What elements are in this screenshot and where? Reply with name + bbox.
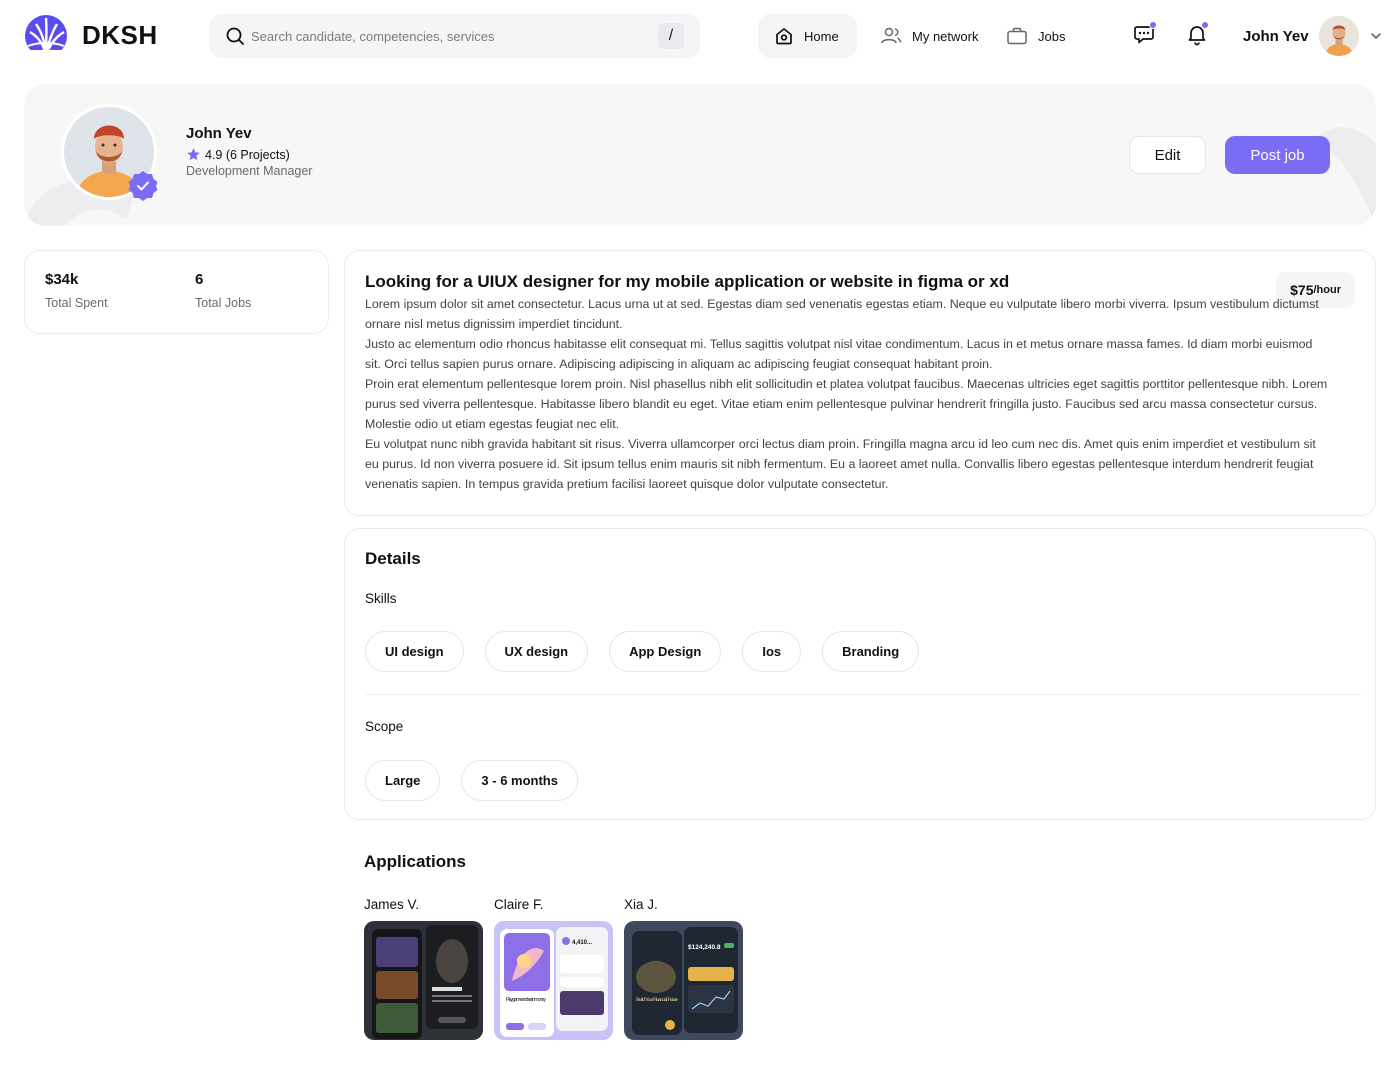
movie-app-preview-image [364,921,483,1040]
game-thumb-value: 4,410... [572,940,592,946]
application-item[interactable]: James V. [364,897,484,1040]
stat-total-spent: $34k Total Spent [45,271,108,310]
finance-thumb-caption: Build Your Financial Future [636,997,679,1003]
nav-my-network-label: My network [912,28,979,44]
skill-chip[interactable]: App Design [609,631,722,672]
application-thumbnail[interactable] [364,921,483,1040]
details-divider [365,694,1361,695]
profile-banner: John Yev 4.9 (6 Projects) Development Ma… [24,84,1376,226]
details-card: Details Skills UI design UX design App D… [344,528,1376,820]
messages-unread-dot [1149,21,1157,29]
brand-logo[interactable]: DKSH [24,12,158,58]
application-item[interactable]: Xia J. Build Your Financial Future $124,… [624,897,744,1040]
scope-chip[interactable]: Large [365,760,441,801]
applicant-name: Xia J. [624,897,658,912]
brand-name: DKSH [82,19,158,50]
skill-chip[interactable]: Branding [822,631,920,672]
job-description-paragraph: Lorem ipsum dolor sit amet consectetur. … [365,297,1319,331]
star-icon [187,148,200,161]
notifications-button[interactable] [1185,21,1209,46]
profile-rating-text: 4.9 (6 Projects) [205,147,290,162]
finance-app-preview-image: Build Your Financial Future $124,240.8 [624,921,743,1040]
search-input[interactable] [251,14,651,58]
stat-total-spent-value: $34k [45,271,79,288]
application-thumbnail[interactable]: Build Your Financial Future $124,240.8 [624,921,743,1040]
nav-home[interactable]: Home [758,14,857,58]
applicant-name: Claire F. [494,897,544,912]
application-thumbnail[interactable]: Play game and earn money 4,410... [494,921,613,1040]
applicant-name: James V. [364,897,420,912]
user-photo-icon [1318,16,1359,56]
header-avatar [1318,16,1359,56]
search-shortcut-key: / [658,23,684,49]
skills-label: Skills [365,591,397,606]
job-description-paragraph: Justo ac elementum odio rhoncus habitass… [365,337,1313,371]
nav-jobs-label: Jobs [1038,28,1066,44]
edit-button[interactable]: Edit [1129,136,1206,174]
nav-my-network[interactable]: My network [880,14,978,58]
stat-total-jobs-value: 6 [195,271,204,288]
scope-label: Scope [365,719,404,734]
nav-home-label: Home [804,28,839,44]
stats-card: $34k Total Spent 6 Total Jobs [24,250,329,334]
application-item[interactable]: Claire F. Play game and earn money 4,410… [494,897,614,1040]
job-description: Lorem ipsum dolor sit amet consectetur. … [365,294,1330,494]
game-thumb-caption: Play game and earn money [506,997,546,1003]
post-job-button[interactable]: Post job [1225,136,1330,174]
job-card: Looking for a UIUX designer for my mobil… [344,250,1376,516]
profile-name: John Yev [186,125,252,142]
verified-badge-icon [128,171,158,201]
search-bar[interactable]: / [209,14,700,58]
skill-chip[interactable]: Ios [742,631,802,672]
job-description-paragraph: Eu volutpat nunc nibh gravida habitant s… [365,437,1316,491]
skill-chip[interactable]: UI design [365,631,464,672]
chevron-down-icon [1370,33,1381,40]
finance-thumb-value: $124,240.8 [688,944,721,951]
profile-rating: 4.9 (6 Projects) [186,147,290,162]
stat-total-jobs: 6 Total Jobs [195,271,251,310]
home-icon [776,28,792,45]
game-app-preview-image: Play game and earn money 4,410... [494,921,613,1040]
stat-total-spent-label: Total Spent [45,296,108,310]
scope-list: Large 3 - 6 months [365,760,578,801]
job-title: Looking for a UIUX designer for my mobil… [365,272,1010,291]
job-description-paragraph: Proin erat elementum pellentesque lorem … [365,377,1328,431]
applications-title: Applications [364,852,467,871]
dksh-logo-icon [24,15,72,58]
top-header: DKSH / Home My network Jobs [0,0,1400,72]
user-menu[interactable]: John Yev [1243,14,1383,58]
details-title: Details [365,549,421,568]
nav-jobs[interactable]: Jobs [1006,14,1065,58]
skills-list: UI design UX design App Design Ios Brand… [365,631,920,672]
scope-chip[interactable]: 3 - 6 months [461,760,578,801]
profile-role: Development Manager [186,164,313,178]
header-user-name: John Yev [1243,27,1309,45]
briefcase-icon [1007,27,1027,45]
notifications-unread-dot [1201,21,1209,29]
users-icon [881,27,902,44]
skill-chip[interactable]: UX design [484,631,589,672]
stat-total-jobs-label: Total Jobs [195,296,252,310]
messages-button[interactable] [1133,21,1157,46]
search-icon [226,27,244,45]
